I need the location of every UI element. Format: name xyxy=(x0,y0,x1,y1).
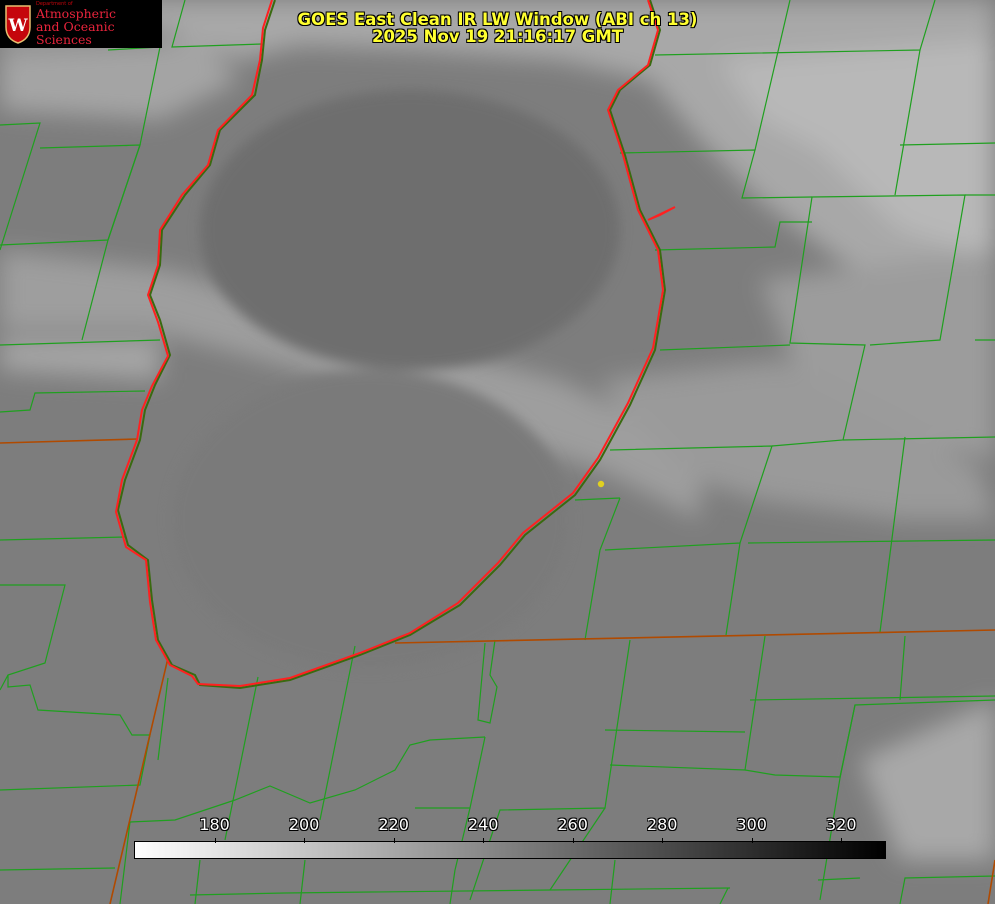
colorbar-tick-mark xyxy=(393,838,395,843)
colorbar-tick-label: 280 xyxy=(646,815,678,834)
location-dot-icon xyxy=(597,480,605,488)
colorbar-tick-label: 300 xyxy=(736,815,767,834)
map-canvas xyxy=(0,0,995,904)
colorbar-tick-label: 200 xyxy=(288,815,320,834)
colorbar-tick-mark xyxy=(841,838,843,843)
colorbar-tick-mark xyxy=(751,838,753,843)
colorbar-tick-mark xyxy=(214,838,216,843)
colorbar-tick-label: 180 xyxy=(199,815,230,834)
title-line2: 2025 Nov 19 21:16:17 GMT xyxy=(371,27,624,46)
image-title: GOES East Clean IR LW Window (ABI ch 13)… xyxy=(0,11,995,45)
title-line1: GOES East Clean IR LW Window (ABI ch 13) xyxy=(297,10,698,29)
colorbar xyxy=(134,841,886,859)
colorbar-tick-mark xyxy=(483,838,485,843)
satellite-map-view: W Department of Atmospheric and Oceanic … xyxy=(0,0,995,904)
colorbar-tick-mark xyxy=(572,838,574,843)
colorbar-tick-label: 240 xyxy=(467,815,499,834)
colorbar-tick-label: 320 xyxy=(825,815,857,834)
colorbar-tick-mark xyxy=(662,838,664,843)
colorbar-tick-mark xyxy=(304,838,306,843)
colorbar-tick-label: 220 xyxy=(378,815,409,834)
colorbar-tick-label: 260 xyxy=(557,815,588,834)
